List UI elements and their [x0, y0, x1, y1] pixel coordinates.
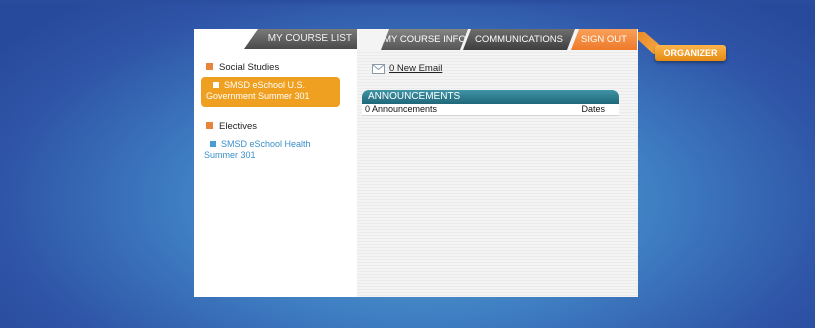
top-tab-bar: MY COURSE INFO COMMUNICATIONS SIGN OUT [357, 29, 638, 50]
course-title-line2: Government Summer 301 [206, 91, 310, 101]
course-item-health[interactable]: SMSD eSchool Health Summer 301 [204, 139, 344, 161]
dates-column-header: Dates [581, 104, 605, 114]
organizer-button[interactable]: ORGANIZER [655, 45, 726, 61]
top-shadow [0, 0, 815, 6]
course-list-panel: MY COURSE LIST Social Studies SMSD eScho… [194, 29, 357, 297]
tab-my-course-list[interactable]: MY COURSE LIST [244, 29, 357, 49]
category-social-studies: Social Studies [206, 62, 279, 73]
square-bullet-icon [210, 141, 216, 147]
category-electives: Electives [206, 121, 257, 132]
new-email-link[interactable]: 0 New Email [389, 63, 442, 74]
square-bullet-icon [206, 122, 213, 129]
category-label: Social Studies [219, 62, 280, 73]
course-info-panel [357, 50, 638, 297]
announcements-row: 0 Announcements Dates [362, 104, 619, 116]
envelope-icon [372, 64, 385, 74]
square-bullet-icon [213, 82, 219, 88]
course-item-us-government[interactable]: SMSD eSchool U.S. Government Summer 301 [201, 77, 340, 107]
tab-communications[interactable]: COMMUNICATIONS [463, 29, 575, 50]
course-title-line2: Summer 301 [204, 150, 256, 160]
announcements-count: 0 Announcements [365, 104, 438, 114]
category-label: Electives [219, 121, 258, 132]
tab-my-course-info[interactable]: MY COURSE INFO [381, 29, 468, 50]
sign-out-button[interactable]: SIGN OUT [571, 29, 637, 50]
course-title-line1: SMSD eSchool Health [221, 139, 311, 149]
square-bullet-icon [206, 63, 213, 70]
announcements-header: ANNOUNCEMENTS [362, 90, 619, 104]
course-title-line1: SMSD eSchool U.S. [224, 80, 306, 90]
